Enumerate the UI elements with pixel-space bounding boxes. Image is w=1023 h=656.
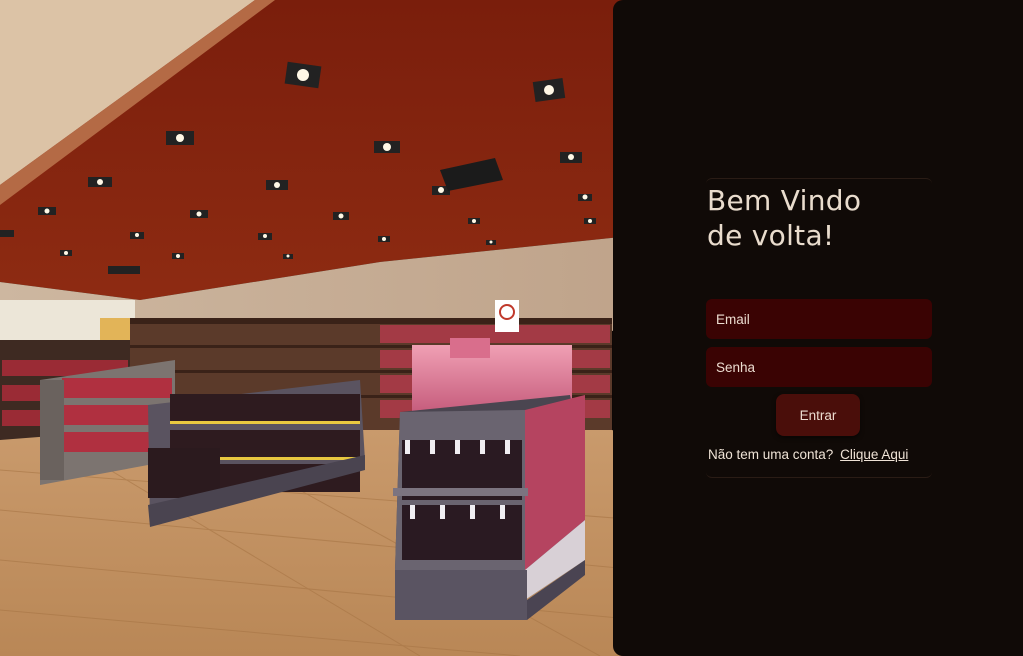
login-panel: Bem Vindo de volta! Entrar Não tem uma c… [613, 0, 1023, 656]
login-form: Bem Vindo de volta! Entrar Não tem uma c… [706, 178, 932, 478]
email-input[interactable] [706, 299, 932, 339]
wine-store-image [0, 0, 640, 656]
password-input[interactable] [706, 347, 932, 387]
no-account-text: Não tem uma conta? [708, 447, 834, 462]
signup-prompt: Não tem uma conta? Clique Aqui [708, 447, 934, 462]
login-button[interactable]: Entrar [776, 394, 860, 436]
signup-link[interactable]: Clique Aqui [840, 447, 908, 462]
welcome-heading: Bem Vindo de volta! [707, 184, 862, 252]
login-page: Bem Vindo de volta! Entrar Não tem uma c… [0, 0, 1023, 656]
